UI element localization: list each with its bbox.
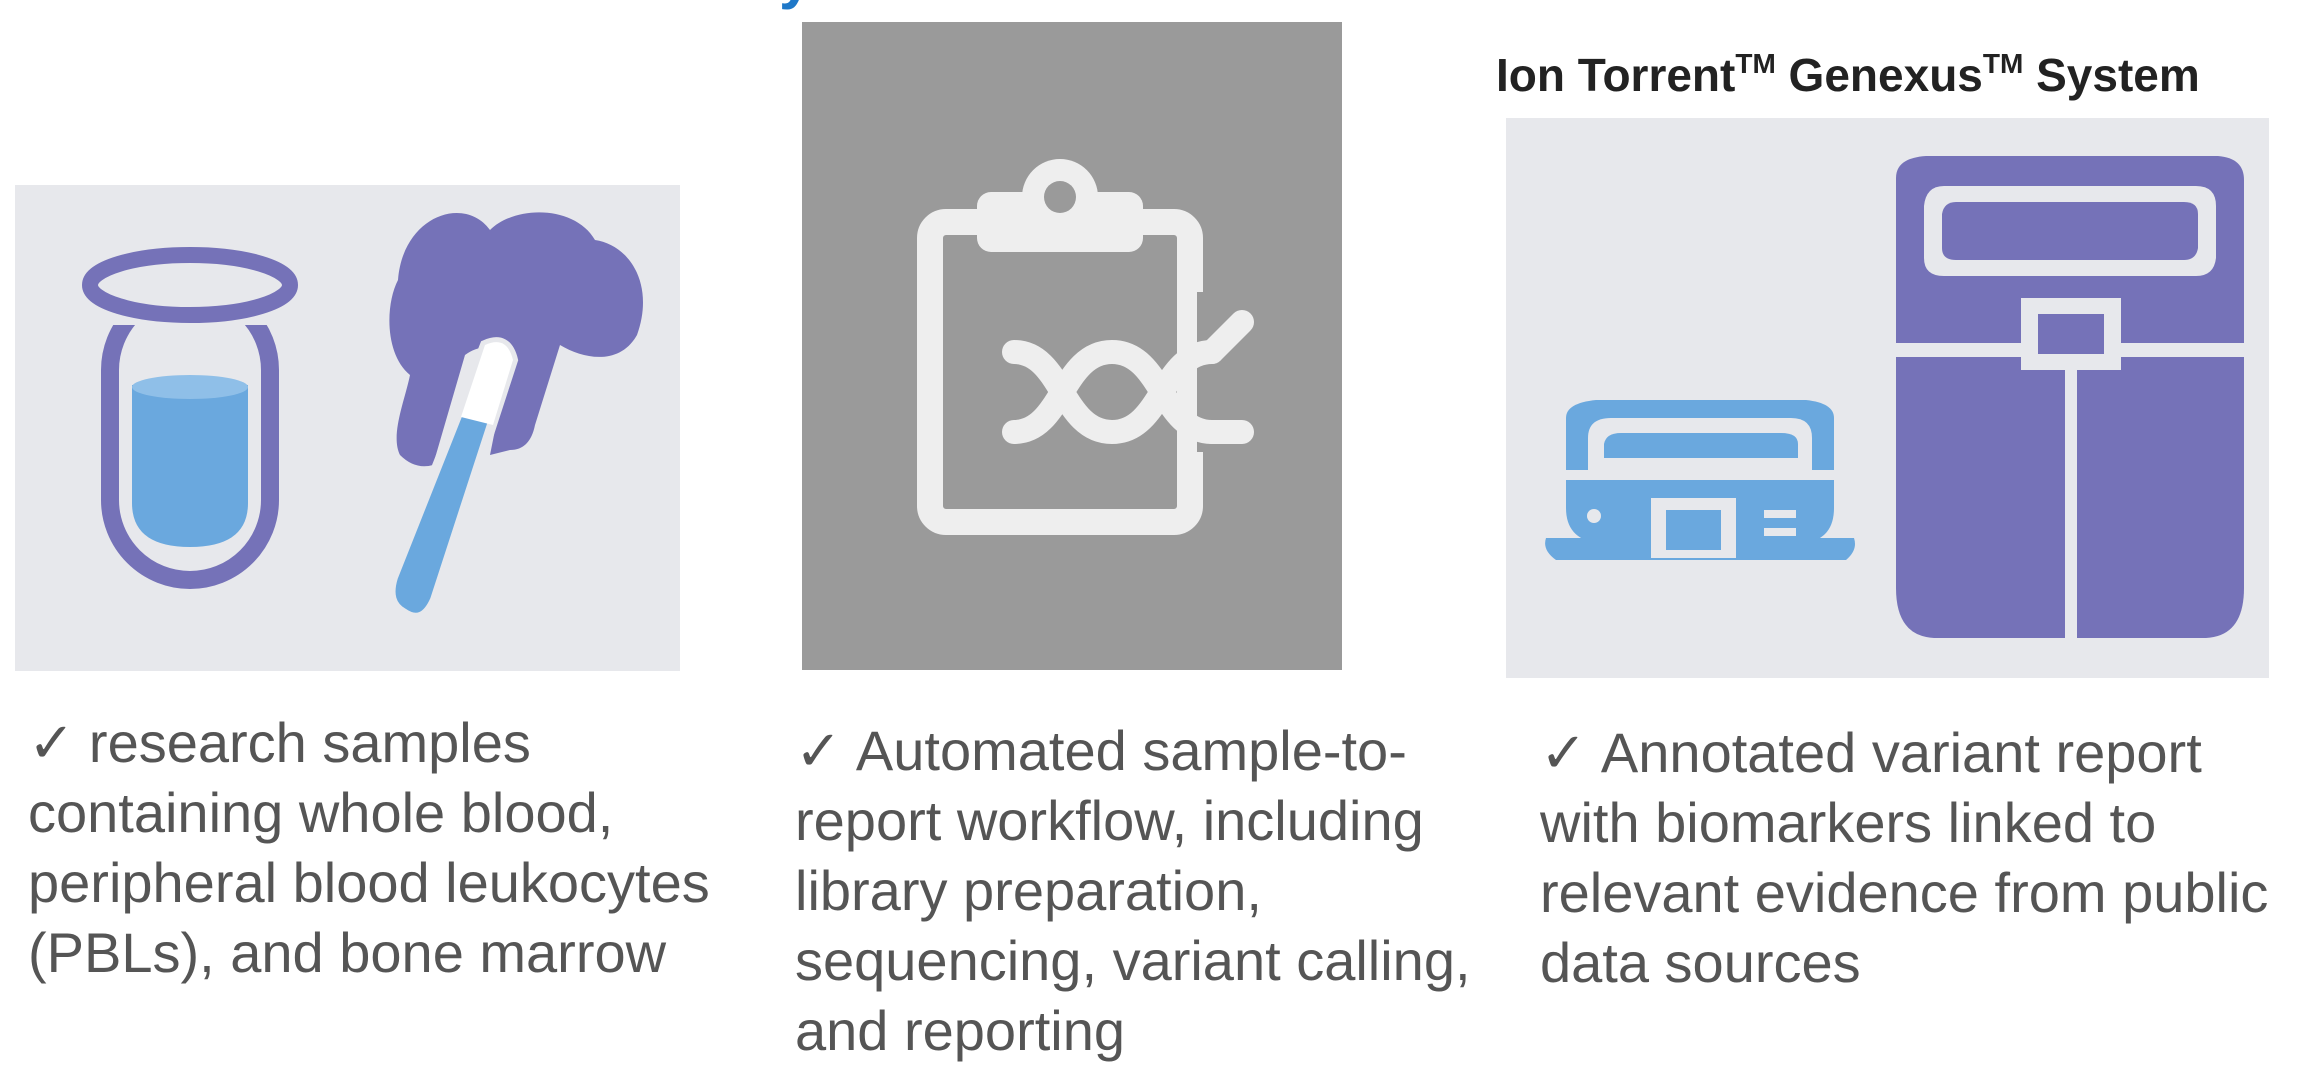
system-title: Ion TorrentTM GenexusTM System — [1496, 48, 2200, 101]
samples-illustration — [82, 212, 643, 623]
samples-panel — [15, 185, 680, 671]
checkmark-icon: ✓ — [28, 711, 75, 774]
top-heading-cropped: Ion Torrent Genexus System — [0, 0, 2315, 12]
caption-text: Automated sample-to-report workflow, inc… — [795, 719, 1471, 1062]
genexus-illustration — [1545, 156, 2256, 638]
checkmark-icon: ✓ — [795, 719, 842, 782]
test-tube-icon — [82, 247, 298, 589]
heading-fragment: Ion Torrent — [0, 0, 312, 10]
genexus-panel — [1506, 118, 2269, 678]
caption-samples: ✓ research samples containing whole blood… — [28, 708, 748, 988]
checkmark-icon: ✓ — [1540, 721, 1587, 784]
heading-fragment: System — [739, 0, 952, 10]
workflow-panel — [802, 22, 1342, 670]
clipboard-dna-icon — [917, 159, 1257, 535]
workflow-illustration — [917, 159, 1257, 535]
caption-workflow: ✓ Automated sample-to-report workflow, in… — [795, 716, 1475, 1066]
genexus-integrated-sequencer-icon — [1886, 156, 2256, 638]
caption-text: Annotated variant report with biomarkers… — [1540, 721, 2269, 994]
caption-report: ✓ Annotated variant report with biomarker… — [1540, 718, 2300, 998]
heading-fragment: Genexus — [399, 0, 652, 10]
caption-text: research samples containing whole blood,… — [28, 711, 710, 984]
bone-marrow-icon — [385, 212, 643, 623]
genexus-purifier-icon — [1545, 400, 1855, 560]
